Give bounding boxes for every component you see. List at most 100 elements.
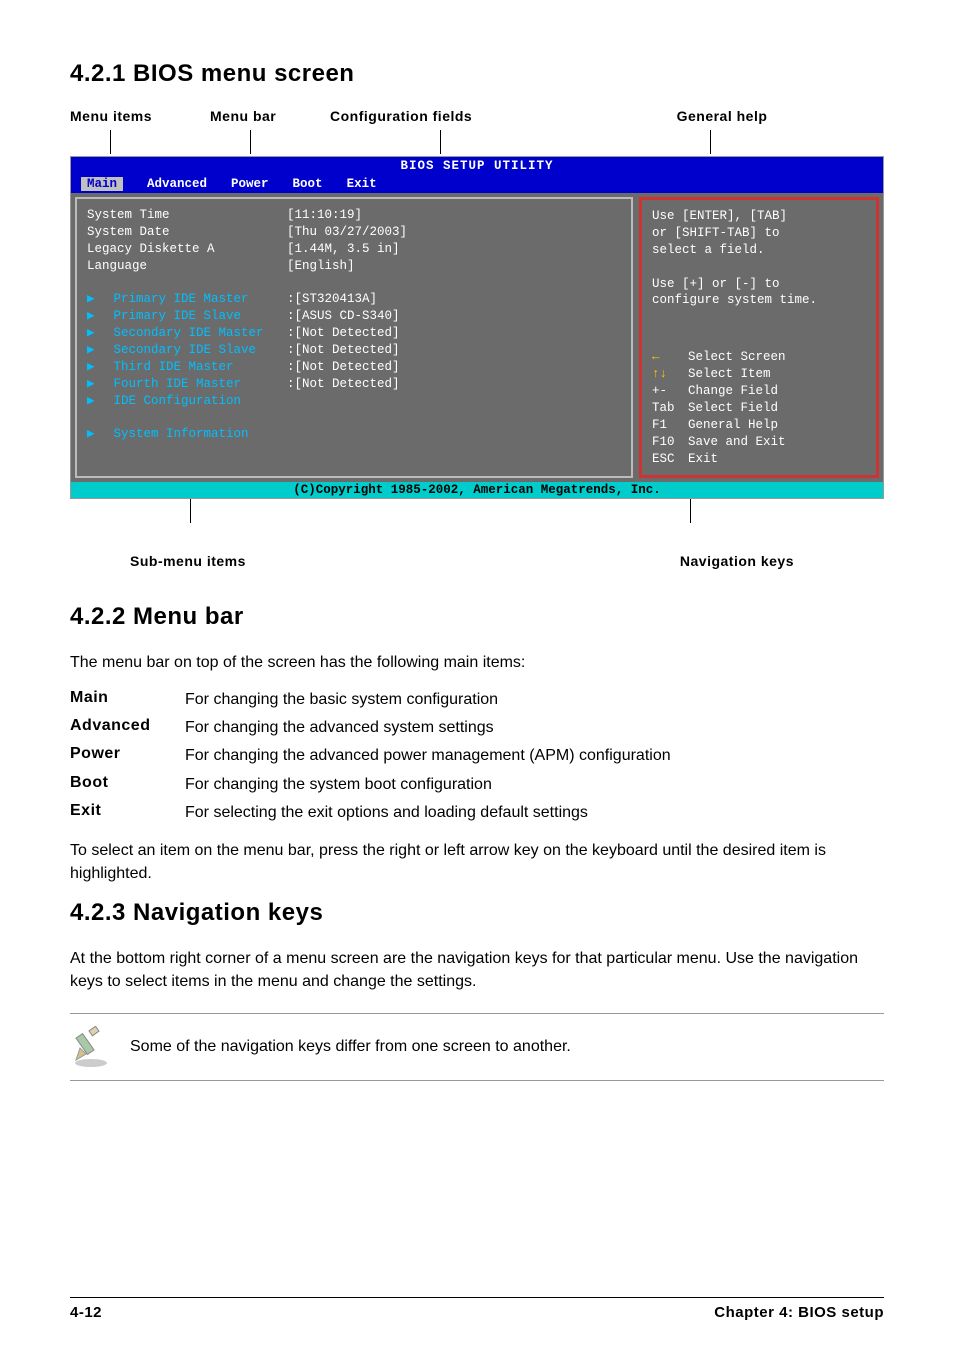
bios-row: ▶ Secondary IDE Master: [87, 325, 287, 342]
def-term-advanced: Advanced: [70, 717, 185, 739]
note-box: Some of the navigation keys differ from …: [70, 1013, 884, 1081]
bios-field-labels: System Time System Date Legacy Diskette …: [87, 207, 287, 468]
chapter-title: Chapter 4: BIOS setup: [714, 1304, 884, 1321]
bios-row: System Time: [87, 207, 287, 224]
bios-value: :[Not Detected]: [287, 342, 621, 359]
submenu-arrow-icon: ▶: [87, 326, 95, 340]
nav-key-row: ESCExit: [652, 451, 866, 468]
help-text: [652, 259, 866, 276]
help-text: configure system time.: [652, 292, 866, 309]
submenu-arrow-icon: ▶: [87, 377, 95, 391]
def-term-boot: Boot: [70, 774, 185, 796]
section-heading-menu-bar: 4.2.2 Menu bar: [70, 603, 884, 631]
bios-value: :[Not Detected]: [287, 325, 621, 342]
bios-menu-bar: Main Advanced Power Boot Exit: [71, 175, 883, 193]
help-text: select a field.: [652, 242, 866, 259]
label-connector-lines-bottom: [70, 499, 884, 523]
label-general-help: General help: [560, 108, 884, 124]
def-row: Boot For changing the system boot config…: [70, 774, 884, 796]
label-navigation-keys: Navigation keys: [680, 553, 794, 569]
def-desc: For changing the basic system configurat…: [185, 689, 884, 711]
diagram-top-labels: Menu items Menu bar Configuration fields…: [70, 108, 884, 124]
page-footer: 4-12 Chapter 4: BIOS setup: [70, 1297, 884, 1321]
nav-key-row: F1General Help: [652, 417, 866, 434]
def-term-main: Main: [70, 689, 185, 711]
submenu-arrow-icon: ▶: [87, 309, 95, 323]
nav-key-row: F10Save and Exit: [652, 434, 866, 451]
bios-value: :[ASUS CD-S340]: [287, 308, 621, 325]
def-desc: For changing the system boot configurati…: [185, 774, 884, 796]
bios-value: [1.44M, 3.5 in]: [287, 241, 621, 258]
pencil-icon: [70, 1026, 112, 1068]
def-row: Exit For selecting the exit options and …: [70, 802, 884, 824]
section2-intro: The menu bar on top of the screen has th…: [70, 651, 884, 674]
bios-row: ▶ System Information: [87, 426, 287, 443]
bios-row: [87, 410, 287, 427]
bios-left-panel: System Time System Date Legacy Diskette …: [75, 197, 633, 478]
diagram-bottom-labels: Sub-menu items Navigation keys: [70, 553, 884, 569]
bios-value: :[Not Detected]: [287, 359, 621, 376]
bios-row: Legacy Diskette A: [87, 241, 287, 258]
menu-bar-definitions: Main For changing the basic system confi…: [70, 689, 884, 825]
section3-body: At the bottom right corner of a menu scr…: [70, 947, 884, 993]
help-text: Use [+] or [-] to: [652, 276, 866, 293]
help-text: Use [ENTER], [TAB]: [652, 208, 866, 225]
bios-screenshot: BIOS SETUP UTILITY Main Advanced Power B…: [70, 156, 884, 499]
label-config-fields: Configuration fields: [330, 108, 560, 124]
bios-tab-exit: Exit: [347, 177, 377, 191]
submenu-arrow-icon: ▶: [87, 292, 95, 306]
help-text: or [SHIFT-TAB] to: [652, 225, 866, 242]
bios-row: ▶ Primary IDE Master: [87, 291, 287, 308]
bios-row: ▶ IDE Configuration: [87, 393, 287, 410]
bios-row: [87, 275, 287, 292]
def-term-exit: Exit: [70, 802, 185, 824]
bios-field-values: [11:10:19] [Thu 03/27/2003] [1.44M, 3.5 …: [287, 207, 621, 468]
bios-tab-power: Power: [231, 177, 269, 191]
bios-row: System Date: [87, 224, 287, 241]
bios-body: System Time System Date Legacy Diskette …: [71, 193, 883, 482]
arrow-updown-icon: ↑↓: [652, 366, 688, 383]
bios-title: BIOS SETUP UTILITY: [71, 157, 883, 175]
def-desc: For changing the advanced system setting…: [185, 717, 884, 739]
page-number: 4-12: [70, 1304, 102, 1321]
submenu-arrow-icon: ▶: [87, 427, 95, 441]
bios-value: [287, 275, 621, 292]
bios-value: [Thu 03/27/2003]: [287, 224, 621, 241]
nav-key-row: +-Change Field: [652, 383, 866, 400]
label-menu-bar: Menu bar: [210, 108, 330, 124]
submenu-arrow-icon: ▶: [87, 360, 95, 374]
section-heading-bios-menu-screen: 4.2.1 BIOS menu screen: [70, 60, 884, 88]
submenu-arrow-icon: ▶: [87, 394, 95, 408]
def-row: Main For changing the basic system confi…: [70, 689, 884, 711]
arrow-left-icon: ←: [652, 349, 688, 366]
def-row: Power For changing the advanced power ma…: [70, 745, 884, 767]
bios-help-panel: Use [ENTER], [TAB] or [SHIFT-TAB] to sel…: [639, 197, 879, 478]
def-term-power: Power: [70, 745, 185, 767]
bios-tab-main: Main: [81, 177, 123, 191]
nav-key-row: ←Select Screen: [652, 349, 866, 366]
bios-value: [English]: [287, 258, 621, 275]
note-text: Some of the navigation keys differ from …: [130, 1036, 571, 1058]
section-heading-navigation-keys: 4.2.3 Navigation keys: [70, 899, 884, 927]
bios-tab-advanced: Advanced: [147, 177, 207, 191]
def-row: Advanced For changing the advanced syste…: [70, 717, 884, 739]
bios-row: ▶ Third IDE Master: [87, 359, 287, 376]
bios-value: [11:10:19]: [287, 207, 621, 224]
nav-key-row: TabSelect Field: [652, 400, 866, 417]
def-desc: For selecting the exit options and loadi…: [185, 802, 884, 824]
bios-row: ▶ Fourth IDE Master: [87, 376, 287, 393]
label-submenu-items: Sub-menu items: [130, 553, 246, 569]
bios-value: :[Not Detected]: [287, 376, 621, 393]
def-desc: For changing the advanced power manageme…: [185, 745, 884, 767]
submenu-arrow-icon: ▶: [87, 343, 95, 357]
bios-value: :[ST320413A]: [287, 291, 621, 308]
bios-tab-boot: Boot: [293, 177, 323, 191]
bios-row: ▶ Primary IDE Slave: [87, 308, 287, 325]
label-connector-lines: [70, 130, 884, 154]
section2-outro: To select an item on the menu bar, press…: [70, 839, 884, 885]
nav-key-row: ↑↓Select Item: [652, 366, 866, 383]
bios-copyright: (C)Copyright 1985-2002, American Megatre…: [71, 482, 883, 498]
bios-row: Language: [87, 258, 287, 275]
label-menu-items: Menu items: [70, 108, 210, 124]
bios-row: ▶ Secondary IDE Slave: [87, 342, 287, 359]
